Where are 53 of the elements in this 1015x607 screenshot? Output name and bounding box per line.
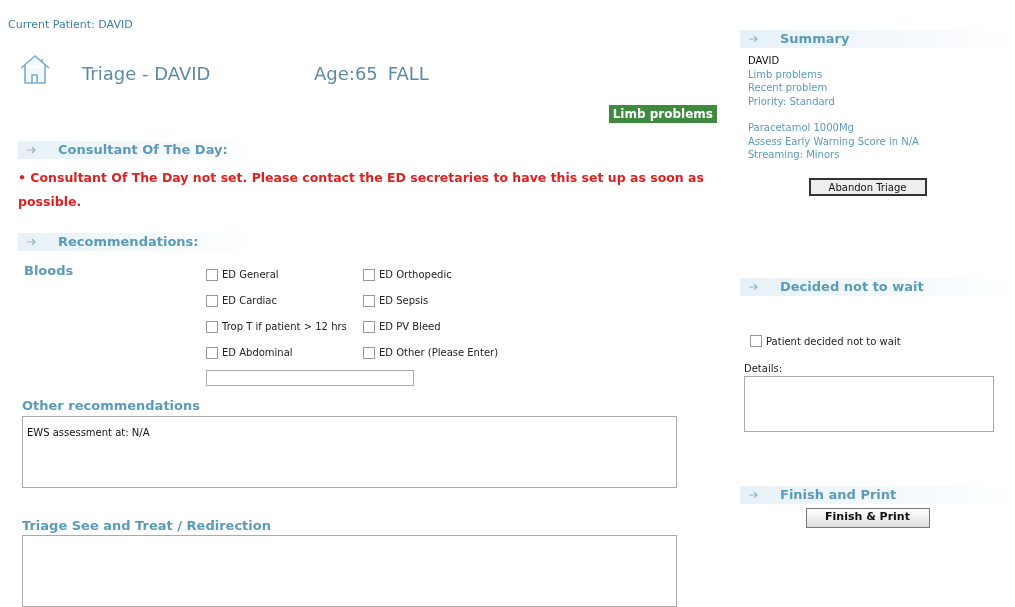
other-bloods-field[interactable] (206, 370, 414, 386)
checkbox[interactable] (206, 346, 218, 359)
arrow-icon (748, 35, 760, 43)
summary-line: Priority: Standard (748, 94, 836, 108)
patient-age: Age:65 (314, 62, 378, 86)
checkbox[interactable] (206, 294, 218, 307)
summary-line: Assess Early Warning Score in N/A (748, 134, 920, 148)
summary-line: Paracetamol 1000Mg (748, 121, 855, 135)
section-title: Recommendations: (58, 233, 199, 252)
text-area[interactable]: EWS assessment at: N/A (22, 415, 677, 488)
checkbox-label: Patient decided not to wait (766, 334, 901, 349)
section-title: Consultant Of The Day: (58, 141, 228, 160)
home-icon (18, 53, 52, 85)
field-label: Details: (743, 361, 784, 376)
checkbox-label: Trop T if patient > 12 hrs (222, 320, 347, 334)
checkbox-label: ED Other (Please Enter) (379, 346, 499, 360)
field-label: Triage See and Treat / Redirection (21, 516, 272, 535)
checkbox-label: ED Sepsis (379, 294, 429, 308)
text-area[interactable] (744, 375, 994, 432)
text-area[interactable] (22, 535, 677, 607)
arrow-icon (748, 282, 760, 291)
bloods-label: Bloods (23, 262, 75, 280)
checkbox[interactable] (206, 320, 218, 333)
current-patient: Current Patient: DAVID (8, 18, 133, 31)
arrow-icon (26, 146, 38, 154)
checkbox-label: ED Abdominal (222, 346, 293, 360)
field-label: Other recommendations (21, 397, 201, 415)
section-title: Decided not to wait (780, 277, 924, 296)
triage-title: Triage - DAVID (82, 62, 212, 86)
text-area-value: EWS assessment at: N/A (27, 426, 150, 438)
checkbox[interactable] (363, 294, 375, 307)
checkbox-label: ED PV Bleed (379, 320, 441, 334)
summary-line: Limb problems (748, 67, 824, 81)
finish-print-button[interactable]: Finish & Print (805, 507, 930, 528)
complaint-badge: Limb problems (608, 105, 717, 123)
abandon-triage-button[interactable]: Abandon Triage (808, 177, 927, 196)
summary-line: Streaming: Minors (748, 148, 841, 162)
checkbox[interactable] (750, 335, 762, 347)
error-message: • Consultant Of The Day not set. Please contact the ED secretaries to have this set up as soon as possible. (18, 170, 704, 209)
summary-line: Recent problem (748, 81, 829, 95)
checkbox[interactable] (363, 346, 375, 359)
section-title: Finish and Print (780, 485, 897, 504)
checkbox[interactable] (363, 320, 375, 333)
section-title: Summary (780, 30, 850, 49)
arrow-icon (748, 490, 760, 499)
checkbox[interactable] (363, 268, 375, 281)
checkbox[interactable] (206, 268, 218, 281)
checkbox-label: ED Cardiac (222, 294, 277, 308)
presenting-complaint: FALL (387, 62, 429, 86)
summary-name: DAVID (748, 54, 781, 68)
checkbox-label: ED General (222, 268, 279, 282)
checkbox-label: ED Orthopedic (379, 268, 452, 282)
arrow-icon (26, 238, 38, 246)
